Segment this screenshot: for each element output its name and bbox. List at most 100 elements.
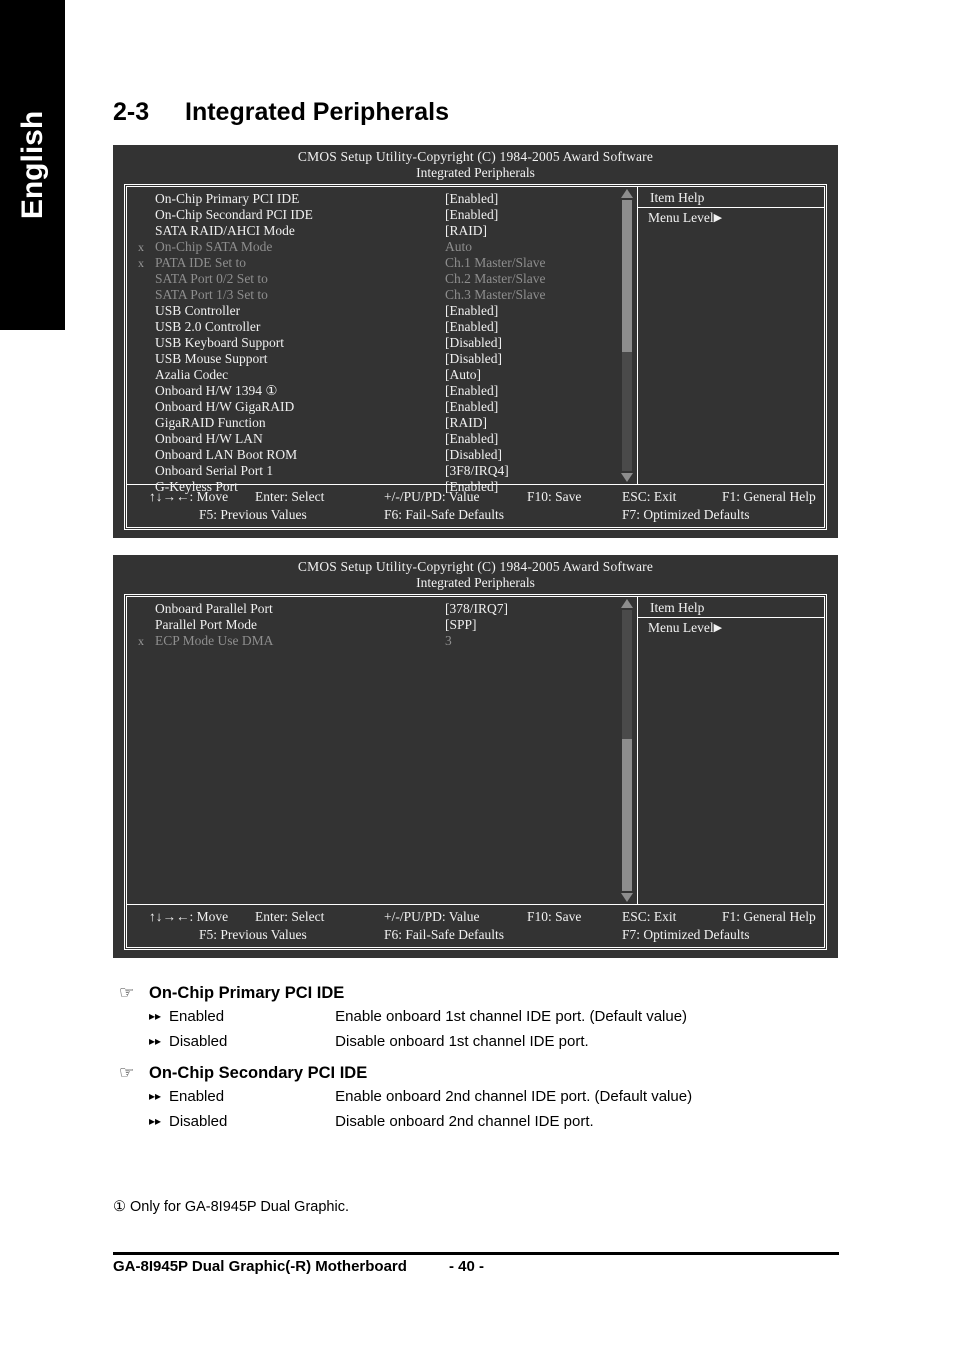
setting-value[interactable]: Ch.1 Master/Slave xyxy=(445,255,546,271)
scrollbar[interactable] xyxy=(617,187,637,484)
setting-value[interactable]: [Enabled] xyxy=(445,383,498,399)
bios-frame-inner: On-Chip Primary PCI IDE [Enabled] On-Chip … xyxy=(126,186,825,528)
item-help-panel: Item Help Menu Level▶ xyxy=(637,597,824,904)
bios-frame: Onboard Parallel Port [378/IRQ7] Parallel … xyxy=(124,594,827,950)
setting-row[interactable]: USB Mouse Support [Disabled] xyxy=(127,351,617,367)
setting-value[interactable]: [Enabled] xyxy=(445,399,498,415)
key-move: ↑↓→←: Move xyxy=(149,489,229,504)
setting-value[interactable]: Ch.3 Master/Slave xyxy=(445,287,546,303)
hand-pointer-icon: ☞ xyxy=(119,1063,135,1083)
setting-row[interactable]: Azalia Codec [Auto] xyxy=(127,367,617,383)
description-block-on-chip-primary-pci-ide: ☞ On-Chip Primary PCI IDE ▸▸ Enabled Ena… xyxy=(113,982,853,1054)
setting-row[interactable]: USB Keyboard Support [Disabled] xyxy=(127,335,617,351)
setting-label: SATA Port 1/3 Set to xyxy=(155,287,268,302)
setting-label: USB 2.0 Controller xyxy=(155,319,261,334)
setting-value[interactable]: [3F8/IRQ4] xyxy=(445,463,509,479)
language-tab-label: English xyxy=(15,110,49,220)
setting-value[interactable]: [RAID] xyxy=(445,223,487,239)
key-move: ↑↓→←: Move xyxy=(149,909,229,924)
setting-disabled-marker: x xyxy=(138,256,144,270)
setting-value[interactable]: 3 xyxy=(445,633,452,649)
setting-row[interactable]: x ECP Mode Use DMA 3 xyxy=(127,633,617,649)
description-title: ☞ On-Chip Secondary PCI IDE xyxy=(113,1062,853,1084)
setting-row[interactable]: x On-Chip SATA Mode Auto xyxy=(127,239,617,255)
setting-value[interactable]: [Enabled] xyxy=(445,319,498,335)
key-save: F10: Save xyxy=(527,909,582,924)
setting-row[interactable]: On-Chip Primary PCI IDE [Enabled] xyxy=(127,191,617,207)
key-legend-line-2: F5: Previous Values F6: Fail-Safe Defaul… xyxy=(127,926,824,944)
option-description: Enable onboard 2nd channel IDE port. (De… xyxy=(335,1088,693,1105)
setting-value[interactable]: [Enabled] xyxy=(445,303,498,319)
setting-value[interactable]: [Disabled] xyxy=(445,447,502,463)
setting-row[interactable]: SATA RAID/AHCI Mode [RAID] xyxy=(127,223,617,239)
setting-value[interactable]: [Disabled] xyxy=(445,335,502,351)
scrollbar-thumb[interactable] xyxy=(622,200,632,352)
setting-row[interactable]: SATA Port 1/3 Set to Ch.3 Master/Slave xyxy=(127,287,617,303)
setting-row[interactable]: On-Chip Secondard PCI IDE [Enabled] xyxy=(127,207,617,223)
setting-row[interactable]: x PATA IDE Set to Ch.1 Master/Slave xyxy=(127,255,617,271)
key-optimized: F7: Optimized Defaults xyxy=(622,507,750,522)
key-general-help: F1: General Help xyxy=(722,489,816,504)
scrollbar-thumb[interactable] xyxy=(622,739,632,891)
menu-level-label: Menu Level xyxy=(648,620,714,635)
bios-body: Onboard Parallel Port [378/IRQ7] Parallel … xyxy=(127,597,824,904)
setting-value[interactable]: [RAID] xyxy=(445,415,487,431)
setting-label: PATA IDE Set to xyxy=(155,255,247,270)
setting-value[interactable]: [Enabled] xyxy=(445,431,498,447)
setting-row[interactable]: Onboard Serial Port 1 [3F8/IRQ4] xyxy=(127,463,617,479)
setting-label: On-Chip Secondard PCI IDE xyxy=(155,207,313,222)
setting-row[interactable]: USB 2.0 Controller [Enabled] xyxy=(127,319,617,335)
setting-value[interactable]: [Enabled] xyxy=(445,191,498,207)
double-arrow-icon: ▸▸ xyxy=(149,1034,162,1048)
key-legend: ↑↓→←: Move Enter: Select +/-/PU/PD: Valu… xyxy=(127,484,824,527)
setting-row[interactable]: USB Controller [Enabled] xyxy=(127,303,617,319)
setting-row[interactable]: SATA Port 0/2 Set to Ch.2 Master/Slave xyxy=(127,271,617,287)
scroll-down-arrow-icon[interactable] xyxy=(621,473,633,482)
scrollbar-track[interactable] xyxy=(622,610,632,891)
setting-label: Onboard Parallel Port xyxy=(155,601,273,616)
scrollbar-track[interactable] xyxy=(622,200,632,471)
scroll-up-arrow-icon[interactable] xyxy=(621,599,633,608)
key-legend-line-1: ↑↓→←: Move Enter: Select +/-/PU/PD: Valu… xyxy=(127,908,824,926)
setting-row[interactable]: Onboard H/W 1394 ① [Enabled] xyxy=(127,383,617,399)
description-title: ☞ On-Chip Primary PCI IDE xyxy=(113,982,853,1004)
setting-row[interactable]: GigaRAID Function [RAID] xyxy=(127,415,617,431)
key-select: Enter: Select xyxy=(255,489,325,504)
setting-row[interactable]: Parallel Port Mode [SPP] xyxy=(127,617,617,633)
settings-list: Onboard Parallel Port [378/IRQ7] Parallel … xyxy=(127,597,617,904)
scrollbar[interactable] xyxy=(617,597,637,904)
setting-row[interactable]: Onboard H/W GigaRAID [Enabled] xyxy=(127,399,617,415)
option-name: Enabled xyxy=(169,1088,225,1105)
hand-pointer-icon: ☞ xyxy=(119,983,135,1003)
option-name: Enabled xyxy=(169,1008,225,1025)
setting-label: Onboard H/W 1394 ① xyxy=(155,383,278,398)
key-fail-safe: F6: Fail-Safe Defaults xyxy=(384,507,504,522)
setting-label: USB Keyboard Support xyxy=(155,335,284,350)
bios-subtitle: Integrated Peripherals xyxy=(416,165,535,180)
setting-label: On-Chip Primary PCI IDE xyxy=(155,191,300,206)
setting-label: USB Mouse Support xyxy=(155,351,268,366)
setting-value[interactable]: [378/IRQ7] xyxy=(445,601,508,617)
key-value: +/-/PU/PD: Value xyxy=(384,489,480,504)
setting-value[interactable]: [Auto] xyxy=(445,367,481,383)
setting-value[interactable]: Ch.2 Master/Slave xyxy=(445,271,546,287)
setting-value[interactable]: [SPP] xyxy=(445,617,477,633)
language-tab: English xyxy=(0,0,65,330)
menu-level-row: Menu Level▶ xyxy=(638,618,824,637)
setting-value[interactable]: Auto xyxy=(445,239,472,255)
bios-frame: On-Chip Primary PCI IDE [Enabled] On-Chip … xyxy=(124,184,827,530)
page-footer: GA-8I945P Dual Graphic(-R) Motherboard - … xyxy=(113,1258,484,1275)
setting-value[interactable]: [Enabled] xyxy=(445,207,498,223)
setting-row[interactable]: Onboard Parallel Port [378/IRQ7] xyxy=(127,601,617,617)
setting-row[interactable]: Onboard H/W LAN [Enabled] xyxy=(127,431,617,447)
footer-page-number: - 40 - xyxy=(448,1258,484,1275)
setting-label: ECP Mode Use DMA xyxy=(155,633,274,648)
setting-label: GigaRAID Function xyxy=(155,415,266,430)
footer-divider xyxy=(113,1252,839,1255)
scroll-up-arrow-icon[interactable] xyxy=(621,189,633,198)
key-optimized: F7: Optimized Defaults xyxy=(622,927,750,942)
setting-row[interactable]: Onboard LAN Boot ROM [Disabled] xyxy=(127,447,617,463)
key-previous-values: F5: Previous Values xyxy=(199,927,307,942)
scroll-down-arrow-icon[interactable] xyxy=(621,893,633,902)
setting-value[interactable]: [Disabled] xyxy=(445,351,502,367)
